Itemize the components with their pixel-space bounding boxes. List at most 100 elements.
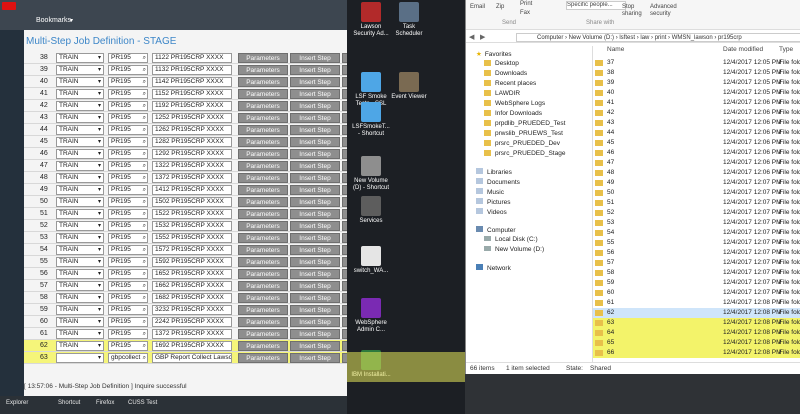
job-name-input[interactable]: 1372 PR195CRP XXXX bbox=[152, 329, 232, 339]
step-type-select[interactable]: TRAIN ▾ bbox=[56, 221, 104, 231]
insert-step-button[interactable]: Insert Step bbox=[290, 245, 340, 255]
chevron-down-icon[interactable]: ▾ bbox=[98, 234, 101, 242]
program-input[interactable]: PR195 ⌕ bbox=[108, 269, 148, 279]
back-icon[interactable]: ◀ bbox=[469, 33, 474, 41]
program-input[interactable]: PR195 ⌕ bbox=[108, 89, 148, 99]
program-input[interactable]: PR195 ⌕ bbox=[108, 293, 148, 303]
desktop-icon[interactable]: LSFSmokeT... - Shortcut bbox=[351, 102, 391, 138]
parameters-button[interactable]: Parameters bbox=[238, 101, 288, 111]
insert-step-button[interactable]: Insert Step bbox=[290, 305, 340, 315]
parameters-button[interactable]: Parameters bbox=[238, 317, 288, 327]
nav-item[interactable]: Documents bbox=[476, 178, 520, 186]
list-item[interactable]: 60 12/4/2017 12:07 PM File fold bbox=[593, 288, 800, 298]
search-icon[interactable]: ⌕ bbox=[143, 354, 146, 362]
parameters-button[interactable]: Parameters bbox=[238, 197, 288, 207]
program-input[interactable]: PR195 ⌕ bbox=[108, 317, 148, 327]
search-icon[interactable]: ⌕ bbox=[143, 222, 146, 230]
chevron-down-icon[interactable]: ▾ bbox=[98, 294, 101, 302]
list-item[interactable]: 46 12/4/2017 12:06 PM File fold bbox=[593, 148, 800, 158]
program-input[interactable]: PR195 ⌕ bbox=[108, 65, 148, 75]
list-item[interactable]: 38 12/4/2017 12:05 PM File fold bbox=[593, 68, 800, 78]
address-input[interactable]: Computer › New Volume (D:) › lsftest › l… bbox=[516, 33, 800, 42]
program-input[interactable]: PR195 ⌕ bbox=[108, 77, 148, 87]
desktop-icon[interactable]: WebSphere Admin C... bbox=[351, 298, 391, 334]
list-item[interactable]: 42 12/4/2017 12:06 PM File fold bbox=[593, 108, 800, 118]
program-input[interactable]: PR195 ⌕ bbox=[108, 281, 148, 291]
nav-item[interactable]: Libraries bbox=[476, 168, 512, 176]
parameters-button[interactable]: Parameters bbox=[238, 341, 288, 351]
insert-step-button[interactable]: Insert Step bbox=[290, 341, 340, 351]
program-input[interactable]: PR195 ⌕ bbox=[108, 233, 148, 243]
step-type-select[interactable]: TRAIN ▾ bbox=[56, 317, 104, 327]
parameters-button[interactable]: Parameters bbox=[238, 269, 288, 279]
job-name-input[interactable]: 1692 PR195CRP XXXX bbox=[152, 341, 232, 351]
step-type-select[interactable]: TRAIN ▾ bbox=[56, 125, 104, 135]
program-input[interactable]: PR195 ⌕ bbox=[108, 101, 148, 111]
search-icon[interactable]: ⌕ bbox=[143, 114, 146, 122]
chevron-down-icon[interactable]: ▾ bbox=[98, 258, 101, 266]
share-with-dropdown[interactable]: Specific people... bbox=[566, 1, 626, 10]
chevron-down-icon[interactable]: ▾ bbox=[98, 78, 101, 86]
nav-item[interactable]: Local Disk (C:) bbox=[484, 236, 538, 243]
list-item[interactable]: 66 12/4/2017 12:08 PM File fold bbox=[593, 348, 800, 358]
step-type-select[interactable]: TRAIN ▾ bbox=[56, 161, 104, 171]
list-item[interactable]: 50 12/4/2017 12:07 PM File fold bbox=[593, 188, 800, 198]
job-name-input[interactable]: 1252 PR195CRP XXXX bbox=[152, 113, 232, 123]
stop-sharing-button[interactable]: Stop sharing bbox=[622, 4, 648, 18]
search-icon[interactable]: ⌕ bbox=[143, 342, 146, 350]
program-input[interactable]: PR195 ⌕ bbox=[108, 257, 148, 267]
parameters-button[interactable]: Parameters bbox=[238, 233, 288, 243]
step-type-select[interactable]: ▾ bbox=[56, 353, 104, 363]
step-type-select[interactable]: TRAIN ▾ bbox=[56, 173, 104, 183]
parameters-button[interactable]: Parameters bbox=[238, 257, 288, 267]
job-name-input[interactable]: 1192 PR195CRP XXXX bbox=[152, 101, 232, 111]
program-input[interactable]: PR195 ⌕ bbox=[108, 329, 148, 339]
insert-step-button[interactable]: Insert Step bbox=[290, 269, 340, 279]
program-input[interactable]: PR195 ⌕ bbox=[108, 173, 148, 183]
search-icon[interactable]: ⌕ bbox=[143, 54, 146, 62]
chevron-down-icon[interactable]: ▾ bbox=[98, 354, 101, 362]
list-item[interactable]: 40 12/4/2017 12:05 PM File fold bbox=[593, 88, 800, 98]
job-name-input[interactable]: 1262 PR195CRP XXXX bbox=[152, 125, 232, 135]
search-icon[interactable]: ⌕ bbox=[143, 234, 146, 242]
program-input[interactable]: PR195 ⌕ bbox=[108, 185, 148, 195]
program-input[interactable]: PR195 ⌕ bbox=[108, 245, 148, 255]
chevron-down-icon[interactable]: ▾ bbox=[98, 66, 101, 74]
search-icon[interactable]: ⌕ bbox=[143, 270, 146, 278]
list-item[interactable]: 47 12/4/2017 12:06 PM File fold bbox=[593, 158, 800, 168]
parameters-button[interactable]: Parameters bbox=[238, 329, 288, 339]
insert-step-button[interactable]: Insert Step bbox=[290, 161, 340, 171]
email-button[interactable]: Email bbox=[470, 4, 485, 10]
chevron-down-icon[interactable]: ▾ bbox=[98, 162, 101, 170]
job-name-input[interactable]: 1322 PR195CRP XXXX bbox=[152, 161, 232, 171]
parameters-button[interactable]: Parameters bbox=[238, 185, 288, 195]
nav-item[interactable]: ★ Favorites bbox=[476, 50, 512, 58]
program-input[interactable]: PR195 ⌕ bbox=[108, 149, 148, 159]
parameters-button[interactable]: Parameters bbox=[238, 245, 288, 255]
list-item[interactable]: 43 12/4/2017 12:06 PM File fold bbox=[593, 118, 800, 128]
search-icon[interactable]: ⌕ bbox=[143, 246, 146, 254]
insert-step-button[interactable]: Insert Step bbox=[290, 113, 340, 123]
desktop-icon[interactable]: Lawson Security Ad... bbox=[351, 2, 391, 38]
insert-step-button[interactable]: Insert Step bbox=[290, 197, 340, 207]
search-icon[interactable]: ⌕ bbox=[143, 294, 146, 302]
desktop-icon[interactable]: New Volume (D) - Shortcut bbox=[351, 156, 391, 192]
chevron-down-icon[interactable]: ▾ bbox=[98, 210, 101, 218]
nav-item[interactable]: Computer bbox=[476, 226, 516, 234]
chevron-down-icon[interactable]: ▾ bbox=[98, 150, 101, 158]
list-item[interactable]: 59 12/4/2017 12:07 PM File fold bbox=[593, 278, 800, 288]
chevron-down-icon[interactable]: ▾ bbox=[98, 318, 101, 326]
search-icon[interactable]: ⌕ bbox=[143, 66, 146, 74]
parameters-button[interactable]: Parameters bbox=[238, 89, 288, 99]
search-icon[interactable]: ⌕ bbox=[143, 78, 146, 86]
search-icon[interactable]: ⌕ bbox=[143, 282, 146, 290]
job-name-input[interactable]: 1372 PR195CRP XXXX bbox=[152, 173, 232, 183]
job-name-input[interactable]: 1152 PR195CRP XXXX bbox=[152, 89, 232, 99]
chevron-down-icon[interactable]: ▾ bbox=[98, 138, 101, 146]
list-item[interactable]: 61 12/4/2017 12:08 PM File fold bbox=[593, 298, 800, 308]
step-type-select[interactable]: TRAIN ▾ bbox=[56, 305, 104, 315]
search-icon[interactable]: ⌕ bbox=[143, 150, 146, 158]
parameters-button[interactable]: Parameters bbox=[238, 353, 288, 363]
insert-step-button[interactable]: Insert Step bbox=[290, 125, 340, 135]
insert-step-button[interactable]: Insert Step bbox=[290, 281, 340, 291]
